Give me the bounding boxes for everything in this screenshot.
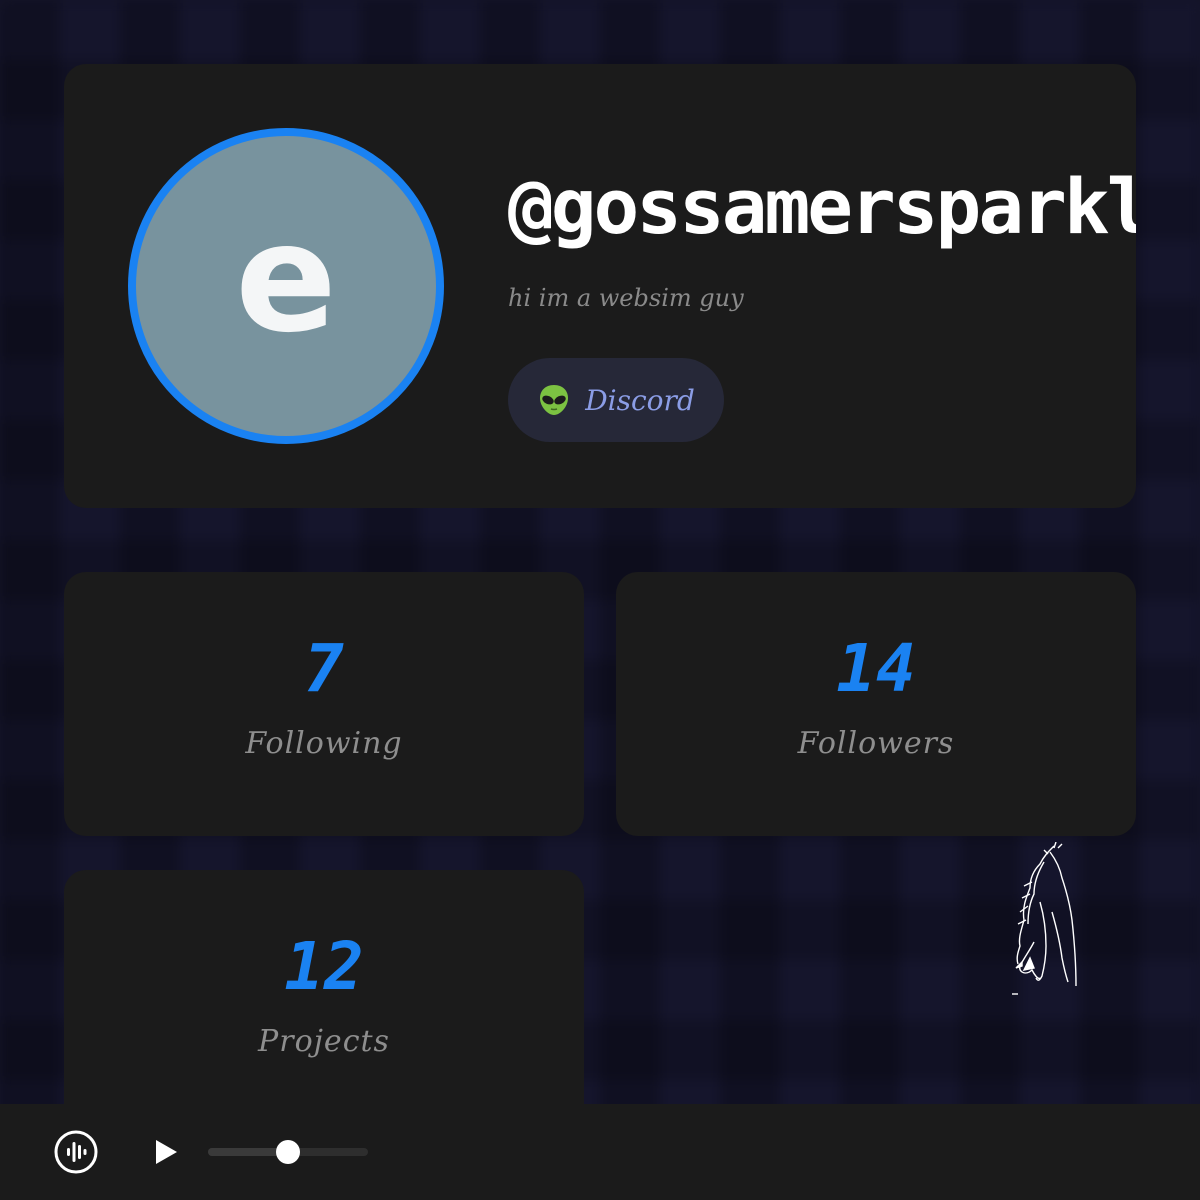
username: @gossamersparkle69 [508, 162, 1136, 251]
projects-label: Projects [258, 1024, 390, 1059]
play-icon[interactable] [152, 1138, 180, 1166]
discord-label: Discord [585, 383, 695, 417]
discord-button[interactable]: Discord [508, 358, 724, 442]
projects-card[interactable]: 12 Projects [64, 870, 584, 1134]
followers-count: 14 [836, 630, 916, 707]
bio: hi im a websim guy [508, 284, 744, 312]
following-count: 7 [304, 630, 344, 707]
avatar-letter: e [235, 192, 337, 366]
horse-sketch-icon [1004, 841, 1088, 1002]
followers-label: Followers [797, 726, 955, 761]
volume-slider-thumb[interactable] [276, 1140, 300, 1164]
followers-card[interactable]: 14 Followers [616, 572, 1136, 836]
audio-waveform-icon[interactable] [54, 1130, 98, 1174]
music-player-bar [0, 1104, 1200, 1200]
volume-slider[interactable] [208, 1140, 368, 1164]
alien-icon [537, 383, 571, 417]
profile-card: e @gossamersparkle69 hi im a websim guy … [64, 64, 1136, 508]
projects-count: 12 [284, 928, 364, 1005]
following-card[interactable]: 7 Following [64, 572, 584, 836]
avatar: e [128, 128, 444, 444]
following-label: Following [245, 726, 403, 761]
